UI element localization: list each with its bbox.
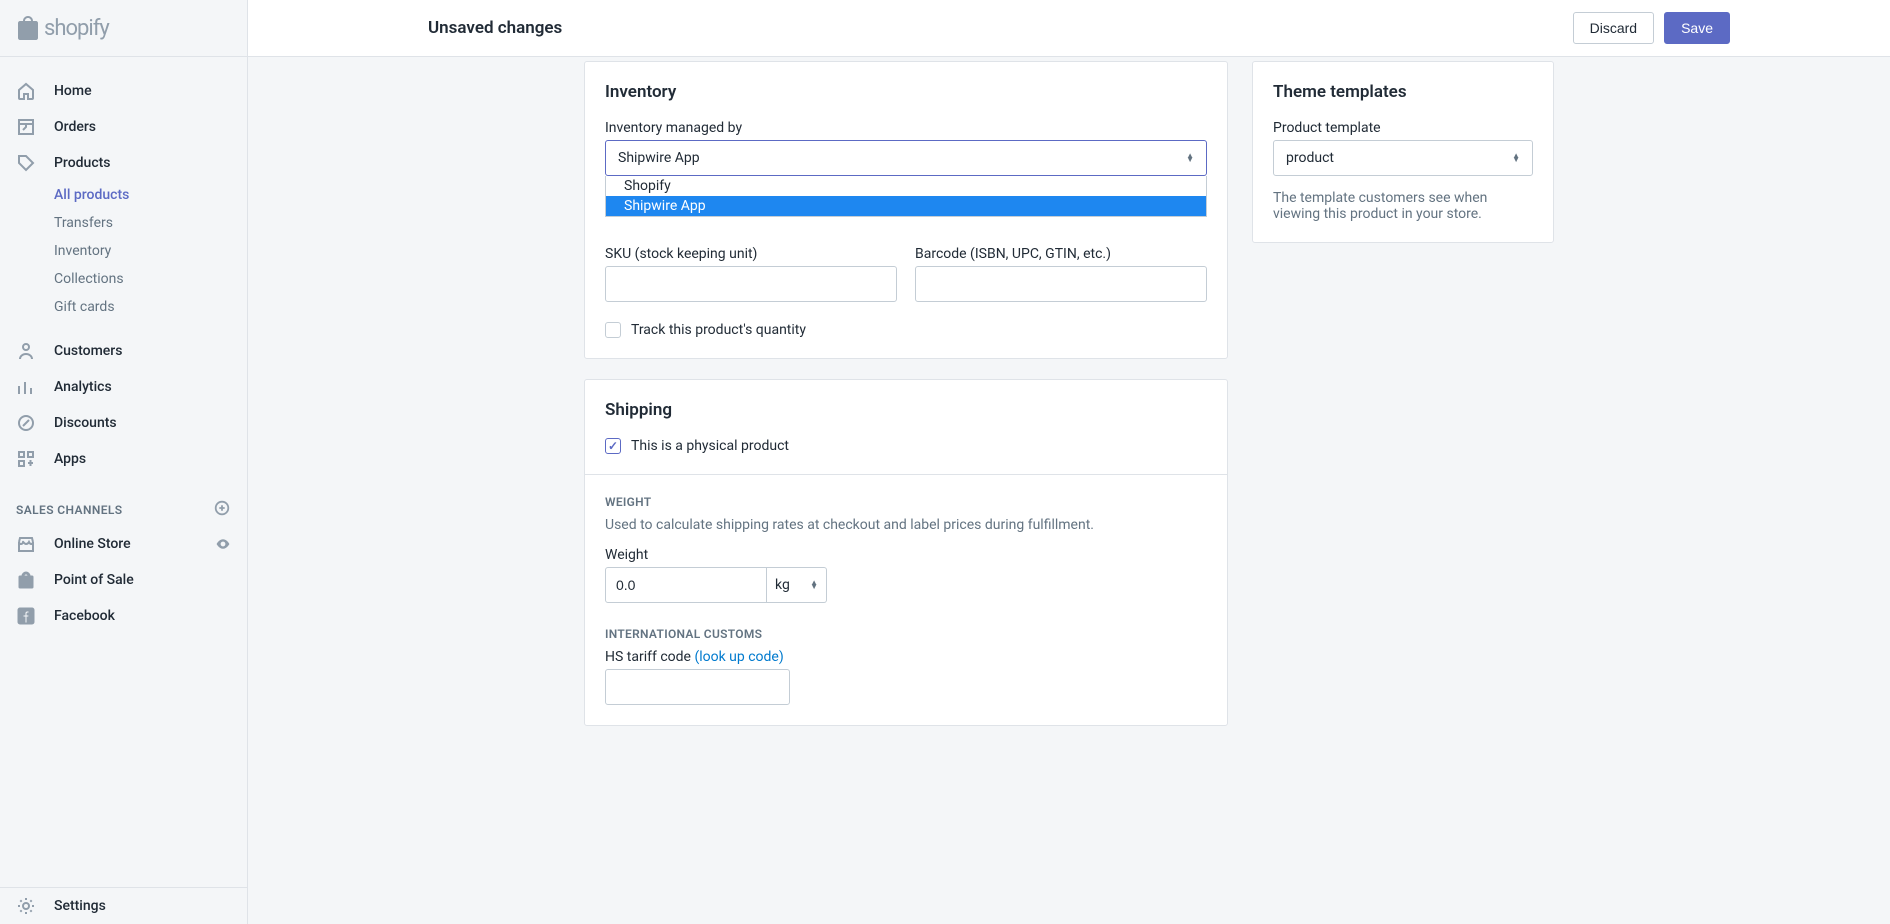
- orders-icon: [16, 117, 36, 137]
- nav-label: Collections: [54, 271, 124, 287]
- nav-analytics[interactable]: Analytics: [0, 369, 247, 405]
- sidebar: shopify Home Orders Products All product…: [0, 0, 248, 924]
- weight-help: Used to calculate shipping rates at chec…: [605, 517, 1207, 533]
- logo[interactable]: shopify: [0, 0, 247, 57]
- home-icon: [16, 81, 36, 101]
- store-icon: [16, 534, 36, 554]
- hs-label: HS tariff code: [605, 649, 694, 665]
- nav-orders[interactable]: Orders: [0, 109, 247, 145]
- main-nav: Home Orders Products All products Transf…: [0, 57, 247, 887]
- inventory-managed-dropdown: Shopify Shipwire App: [605, 176, 1207, 217]
- nav-gift-cards[interactable]: Gift cards: [0, 293, 247, 321]
- theme-help-text: The template customers see when viewing …: [1273, 190, 1533, 222]
- add-channel-icon[interactable]: [213, 499, 231, 520]
- dropdown-option-shipwire[interactable]: Shipwire App: [606, 196, 1206, 216]
- nav-point-of-sale[interactable]: Point of Sale: [0, 562, 247, 598]
- customers-icon: [16, 341, 36, 361]
- main: Unsaved changes Discard Save Inventory I…: [248, 0, 1890, 924]
- weight-heading: WEIGHT: [605, 495, 1207, 509]
- brand-text: shopify: [44, 16, 109, 41]
- nav-label: Point of Sale: [54, 572, 134, 588]
- nav-label: Discounts: [54, 415, 117, 431]
- discard-button[interactable]: Discard: [1573, 12, 1654, 44]
- track-quantity-label: Track this product's quantity: [631, 322, 806, 338]
- analytics-icon: [16, 377, 36, 397]
- nav-transfers[interactable]: Transfers: [0, 209, 247, 237]
- hs-tariff-input[interactable]: [605, 669, 790, 705]
- product-template-select[interactable]: product ▲▼: [1273, 140, 1533, 176]
- sku-label: SKU (stock keeping unit): [605, 246, 897, 262]
- product-template-value: product: [1286, 150, 1334, 166]
- nav-label: Settings: [54, 898, 106, 914]
- page-status: Unsaved changes: [428, 18, 562, 38]
- hs-lookup-link[interactable]: (look up code): [694, 649, 783, 665]
- theme-templates-title: Theme templates: [1273, 82, 1533, 102]
- view-store-icon[interactable]: [215, 536, 231, 552]
- save-button[interactable]: Save: [1664, 12, 1730, 44]
- nav-inventory[interactable]: Inventory: [0, 237, 247, 265]
- barcode-label: Barcode (ISBN, UPC, GTIN, etc.): [915, 246, 1207, 262]
- discounts-icon: [16, 413, 36, 433]
- content: Inventory Inventory managed by Shipwire …: [248, 57, 1890, 924]
- sales-channels-header: SALES CHANNELS: [0, 477, 247, 526]
- track-quantity-checkbox[interactable]: [605, 322, 621, 338]
- inventory-card: Inventory Inventory managed by Shipwire …: [584, 61, 1228, 359]
- physical-product-checkbox[interactable]: [605, 438, 621, 454]
- nav-collections[interactable]: Collections: [0, 265, 247, 293]
- physical-product-label: This is a physical product: [631, 438, 789, 454]
- facebook-icon: [16, 606, 36, 626]
- topbar: Unsaved changes Discard Save: [248, 0, 1890, 57]
- weight-label: Weight: [605, 547, 1207, 563]
- nav-label: Facebook: [54, 608, 115, 624]
- nav-home[interactable]: Home: [0, 73, 247, 109]
- dropdown-option-shopify[interactable]: Shopify: [606, 176, 1206, 196]
- nav-bottom: Settings: [0, 887, 247, 924]
- select-arrows-icon: ▲▼: [1186, 154, 1194, 162]
- nav-label: Customers: [54, 343, 122, 359]
- product-template-label: Product template: [1273, 120, 1533, 136]
- nav-label: Orders: [54, 119, 96, 135]
- sku-input[interactable]: [605, 266, 897, 302]
- nav-label: Home: [54, 83, 92, 99]
- nav-label: All products: [54, 187, 129, 203]
- shipping-card: Shipping This is a physical product WEIG…: [584, 379, 1228, 726]
- nav-online-store[interactable]: Online Store: [0, 526, 247, 562]
- nav-label: Products: [54, 155, 111, 171]
- weight-unit-value: kg: [775, 577, 790, 593]
- intl-customs-heading: INTERNATIONAL CUSTOMS: [605, 627, 1207, 641]
- inventory-managed-value: Shipwire App: [618, 150, 700, 166]
- shipping-title: Shipping: [605, 400, 1207, 420]
- apps-icon: [16, 449, 36, 469]
- inventory-title: Inventory: [605, 82, 1207, 102]
- nav-label: Gift cards: [54, 299, 115, 315]
- nav-label: Transfers: [54, 215, 113, 231]
- pos-icon: [16, 570, 36, 590]
- select-arrows-icon: ▲▼: [1512, 154, 1520, 162]
- section-label: SALES CHANNELS: [16, 503, 123, 517]
- nav-facebook[interactable]: Facebook: [0, 598, 247, 634]
- barcode-input[interactable]: [915, 266, 1207, 302]
- nav-label: Analytics: [54, 379, 112, 395]
- nav-label: Online Store: [54, 536, 215, 552]
- inventory-managed-select[interactable]: Shipwire App ▲▼ Shopify Shipwire App: [605, 140, 1207, 176]
- nav-customers[interactable]: Customers: [0, 333, 247, 369]
- weight-unit-select[interactable]: kg ▲▼: [767, 567, 827, 603]
- nav-all-products[interactable]: All products: [0, 181, 247, 209]
- select-arrows-icon: ▲▼: [810, 581, 818, 589]
- nav-products[interactable]: Products: [0, 145, 247, 181]
- nav-apps[interactable]: Apps: [0, 441, 247, 477]
- nav-discounts[interactable]: Discounts: [0, 405, 247, 441]
- nav-label: Apps: [54, 451, 86, 467]
- settings-icon: [16, 896, 36, 916]
- inventory-managed-label: Inventory managed by: [605, 120, 1207, 136]
- products-icon: [16, 153, 36, 173]
- shopify-bag-icon: [16, 14, 40, 42]
- nav-settings[interactable]: Settings: [0, 888, 247, 924]
- weight-input[interactable]: [605, 567, 767, 603]
- nav-label: Inventory: [54, 243, 111, 259]
- theme-templates-card: Theme templates Product template product…: [1252, 61, 1554, 243]
